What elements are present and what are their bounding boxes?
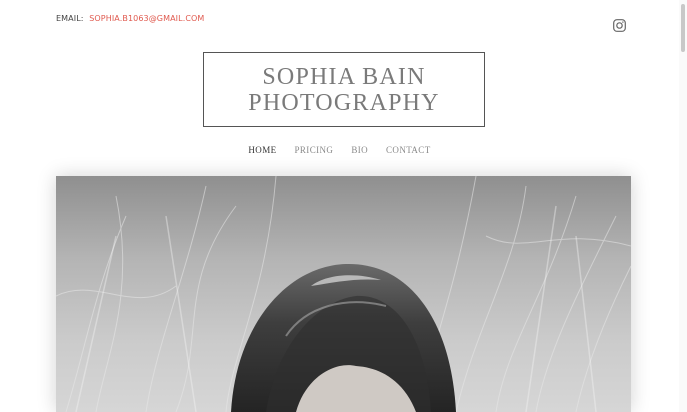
logo-line-2: PHOTOGRAPHY: [248, 89, 440, 116]
main-nav: HOME PRICING BIO CONTACT: [0, 145, 679, 155]
nav-item-contact[interactable]: CONTACT: [386, 145, 431, 155]
email-link[interactable]: SOPHIA.B1063@GMAIL.COM: [89, 14, 204, 23]
instagram-icon[interactable]: [613, 19, 626, 32]
nav-item-bio[interactable]: BIO: [351, 145, 368, 155]
scrollbar[interactable]: [679, 0, 687, 412]
nav-item-home[interactable]: HOME: [248, 145, 276, 155]
nav-item-pricing[interactable]: PRICING: [295, 145, 334, 155]
email-label: EMAIL:: [56, 14, 84, 23]
logo-line-1: SOPHIA BAIN: [262, 63, 426, 90]
scrollbar-thumb[interactable]: [681, 4, 685, 52]
site-logo[interactable]: SOPHIA BAIN PHOTOGRAPHY: [203, 52, 485, 127]
header-email: EMAIL: SOPHIA.B1063@GMAIL.COM: [56, 14, 204, 23]
hero-photo: [56, 176, 631, 412]
hero-photo-graphic: [56, 176, 631, 412]
